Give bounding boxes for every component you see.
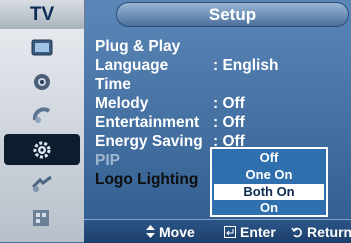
hint-return: Return (291, 220, 351, 243)
source-tab-tv[interactable]: TV (0, 0, 85, 29)
dropdown-option-off[interactable]: Off (214, 150, 324, 166)
sound-icon (34, 73, 50, 90)
menu-item-time[interactable]: Time (95, 75, 213, 94)
logo-lighting-dropdown[interactable]: Off One On Both On On (210, 147, 328, 217)
footer-hint-bar: Move Enter Return (84, 219, 351, 243)
sidebar-item-input[interactable] (4, 168, 80, 199)
channel-icon (32, 106, 51, 123)
enter-icon (224, 225, 236, 238)
dropdown-option-both-on[interactable]: Both On (214, 184, 324, 200)
input-icon (31, 175, 52, 192)
menu-item-logo-lighting[interactable]: Logo Lighting : (95, 170, 218, 189)
menu-item-pip: PIP (95, 151, 120, 169)
dropdown-option-one-on[interactable]: One On (214, 167, 324, 183)
setup-gear-icon (33, 141, 51, 158)
dropdown-option-on[interactable]: On (214, 200, 324, 216)
application-icon (33, 209, 49, 226)
sidebar-item-picture[interactable] (4, 32, 80, 63)
category-sidebar (0, 29, 84, 242)
up-down-arrow-icon (146, 225, 155, 238)
tv-osd-screen: TV Setup Plug & Play Language: English … (0, 0, 351, 243)
sidebar-item-setup[interactable] (4, 134, 80, 165)
return-icon (291, 227, 302, 237)
menu-item-language[interactable]: Language : English (95, 56, 278, 75)
sidebar-item-channel[interactable] (4, 100, 80, 131)
hint-move: Move (146, 220, 195, 243)
sidebar-item-application[interactable] (4, 202, 80, 233)
menu-item-melody[interactable]: Melody : Off (95, 94, 245, 113)
menu-title-setup: Setup (116, 2, 349, 27)
menu-item-entertainment[interactable]: Entertainment : Off (95, 113, 245, 132)
hint-enter: Enter (224, 220, 276, 243)
menu-item-plug-and-play[interactable]: Plug & Play (95, 37, 213, 56)
sidebar-item-sound[interactable] (4, 66, 80, 97)
picture-icon (31, 39, 53, 55)
